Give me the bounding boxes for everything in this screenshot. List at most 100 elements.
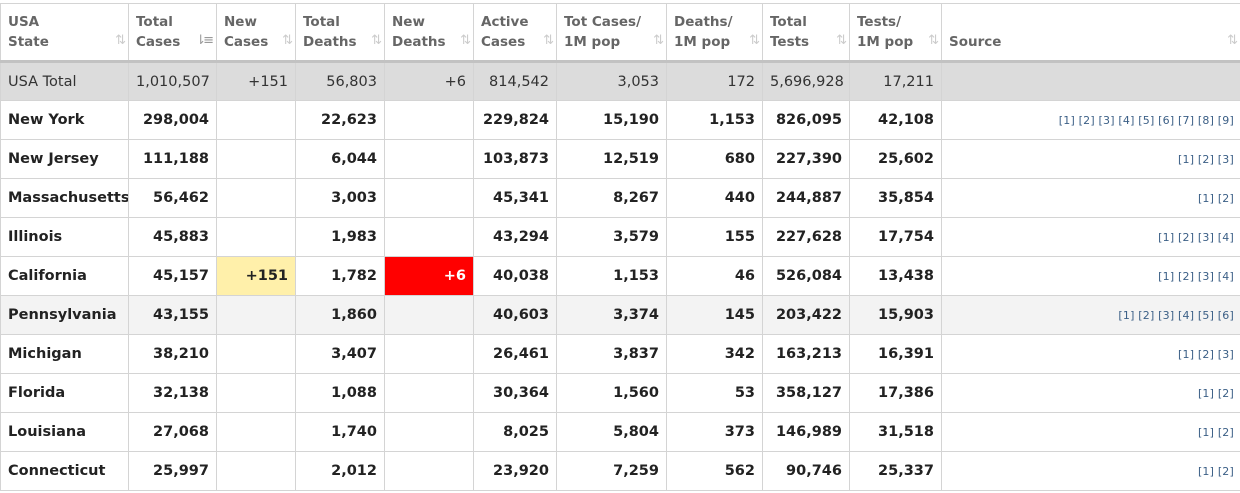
cell-active-cases: 814,542 xyxy=(474,62,557,101)
cell-source[interactable]: [1] [2] [3] xyxy=(942,335,1240,374)
cell-state[interactable]: Connecticut xyxy=(1,452,129,491)
column-header-tot-cases-per-1m[interactable]: Tot Cases/1M pop⇅ xyxy=(557,4,667,62)
cell-tests-per-1m: 25,602 xyxy=(850,140,942,179)
cell-tot-cases-per-1m: 8,267 xyxy=(557,179,667,218)
cell-source[interactable]: [1] [2] [3] xyxy=(942,140,1240,179)
cell-active-cases: 23,920 xyxy=(474,452,557,491)
column-header-line2: 1M pop xyxy=(564,34,620,50)
cell-source[interactable]: [1] [2] [3] [4] [5] [6] [7] [8] [9] xyxy=(942,101,1240,140)
column-header-line1: Tests/ xyxy=(857,14,901,30)
cell-deaths-per-1m: 53 xyxy=(667,374,763,413)
cell-state[interactable]: New York xyxy=(1,101,129,140)
cell-source[interactable]: [1] [2] xyxy=(942,452,1240,491)
cell-new-deaths xyxy=(385,179,474,218)
cell-new-deaths: +6 xyxy=(385,257,474,296)
cell-state[interactable]: Michigan xyxy=(1,335,129,374)
sort-icon[interactable]: ⇅ xyxy=(653,31,661,51)
column-header-line2: 1M pop xyxy=(674,34,730,50)
cell-new-deaths xyxy=(385,140,474,179)
cell-source[interactable]: [1] [2] [3] [4] [5] [6] xyxy=(942,296,1240,335)
cell-state[interactable]: Florida xyxy=(1,374,129,413)
cell-deaths-per-1m: 1,153 xyxy=(667,101,763,140)
cell-total-tests: 203,422 xyxy=(763,296,850,335)
sort-icon[interactable]: ⇅ xyxy=(928,31,936,51)
column-header-tests-per-1m[interactable]: Tests/1M pop ⇅ xyxy=(850,4,942,62)
cell-new-cases: +151 xyxy=(217,257,296,296)
cell-total-cases: 25,997 xyxy=(129,452,217,491)
table-row: Massachusetts56,4623,00345,3418,26744024… xyxy=(1,179,1240,218)
sort-icon[interactable]: ⇅ xyxy=(836,31,844,51)
cell-source[interactable]: [1] [2] [3] [4] xyxy=(942,257,1240,296)
cell-tot-cases-per-1m: 1,560 xyxy=(557,374,667,413)
column-header-line1: Active xyxy=(481,14,529,30)
cell-active-cases: 30,364 xyxy=(474,374,557,413)
cell-source[interactable]: [1] [2] [3] [4] xyxy=(942,218,1240,257)
cell-deaths-per-1m: 342 xyxy=(667,335,763,374)
column-header-total-cases[interactable]: TotalCases⇂≡ xyxy=(129,4,217,62)
table-row: Florida32,1381,08830,3641,56053358,12717… xyxy=(1,374,1240,413)
cell-tests-per-1m: 15,903 xyxy=(850,296,942,335)
table-row: Pennsylvania43,1551,86040,6033,374145203… xyxy=(1,296,1240,335)
table-row: Illinois45,8831,98343,2943,579155227,628… xyxy=(1,218,1240,257)
cell-new-cases xyxy=(217,179,296,218)
cell-total-cases: 32,138 xyxy=(129,374,217,413)
table-row: Connecticut25,9972,01223,9207,25956290,7… xyxy=(1,452,1240,491)
cell-state[interactable]: New Jersey xyxy=(1,140,129,179)
cell-state[interactable]: Massachusetts xyxy=(1,179,129,218)
column-header-line1: New xyxy=(392,14,425,30)
sort-icon[interactable]: ⇅ xyxy=(115,31,123,51)
cell-state[interactable]: California xyxy=(1,257,129,296)
sort-icon[interactable]: ⇅ xyxy=(282,31,290,51)
table-body: USA Total1,010,507+15156,803+6814,5423,0… xyxy=(1,62,1240,491)
cell-state[interactable]: Illinois xyxy=(1,218,129,257)
cell-new-deaths xyxy=(385,374,474,413)
column-header-line2: Cases xyxy=(481,34,525,50)
cell-new-deaths xyxy=(385,335,474,374)
cell-total-deaths: 2,012 xyxy=(296,452,385,491)
cell-state[interactable]: Pennsylvania xyxy=(1,296,129,335)
cell-total-tests: 826,095 xyxy=(763,101,850,140)
column-header-line1: Total xyxy=(136,14,173,30)
sort-icon[interactable]: ⇅ xyxy=(460,31,468,51)
table-row: New York298,00422,623229,82415,1901,1538… xyxy=(1,101,1240,140)
cell-state[interactable]: Louisiana xyxy=(1,413,129,452)
column-header-active-cases[interactable]: Active Cases ⇅ xyxy=(474,4,557,62)
cell-source[interactable]: [1] [2] xyxy=(942,374,1240,413)
column-header-total-tests[interactable]: TotalTests⇅ xyxy=(763,4,850,62)
column-header-total-deaths[interactable]: TotalDeaths⇅ xyxy=(296,4,385,62)
cell-total-tests: 227,628 xyxy=(763,218,850,257)
cell-tests-per-1m: 17,754 xyxy=(850,218,942,257)
cell-state[interactable]: USA Total xyxy=(1,62,129,101)
cell-active-cases: 45,341 xyxy=(474,179,557,218)
column-header-state[interactable]: USAState⇅ xyxy=(1,4,129,62)
cell-tests-per-1m: 25,337 xyxy=(850,452,942,491)
cell-source[interactable]: [1] [2] xyxy=(942,413,1240,452)
sort-icon[interactable]: ⇅ xyxy=(371,31,379,51)
sort-desc-icon[interactable]: ⇂≡ xyxy=(195,31,211,51)
column-header-new-cases[interactable]: NewCases⇅ xyxy=(217,4,296,62)
sort-icon[interactable]: ⇅ xyxy=(749,31,757,51)
cell-total-deaths: 56,803 xyxy=(296,62,385,101)
column-header-line2: Source xyxy=(949,34,1001,50)
cell-source[interactable] xyxy=(942,62,1240,101)
column-header-source[interactable]: Source ⇅ xyxy=(942,4,1240,62)
cell-total-tests: 146,989 xyxy=(763,413,850,452)
cell-total-deaths: 3,407 xyxy=(296,335,385,374)
cell-total-cases: 298,004 xyxy=(129,101,217,140)
column-header-deaths-per-1m[interactable]: Deaths/1M pop⇅ xyxy=(667,4,763,62)
sort-icon[interactable]: ⇅ xyxy=(1227,31,1235,51)
cell-total-cases: 38,210 xyxy=(129,335,217,374)
cell-tot-cases-per-1m: 3,374 xyxy=(557,296,667,335)
cell-tot-cases-per-1m: 3,053 xyxy=(557,62,667,101)
cell-new-cases: +151 xyxy=(217,62,296,101)
column-header-line2: 1M pop xyxy=(857,34,913,50)
column-header-new-deaths[interactable]: NewDeaths⇅ xyxy=(385,4,474,62)
column-header-line1: USA xyxy=(8,14,39,30)
column-header-line1: Total xyxy=(770,14,807,30)
cell-total-tests: 244,887 xyxy=(763,179,850,218)
cell-tot-cases-per-1m: 3,579 xyxy=(557,218,667,257)
header-row: USAState⇅TotalCases⇂≡NewCases⇅TotalDeath… xyxy=(1,4,1240,62)
sort-icon[interactable]: ⇅ xyxy=(543,31,551,51)
cell-source[interactable]: [1] [2] xyxy=(942,179,1240,218)
cell-new-deaths xyxy=(385,101,474,140)
